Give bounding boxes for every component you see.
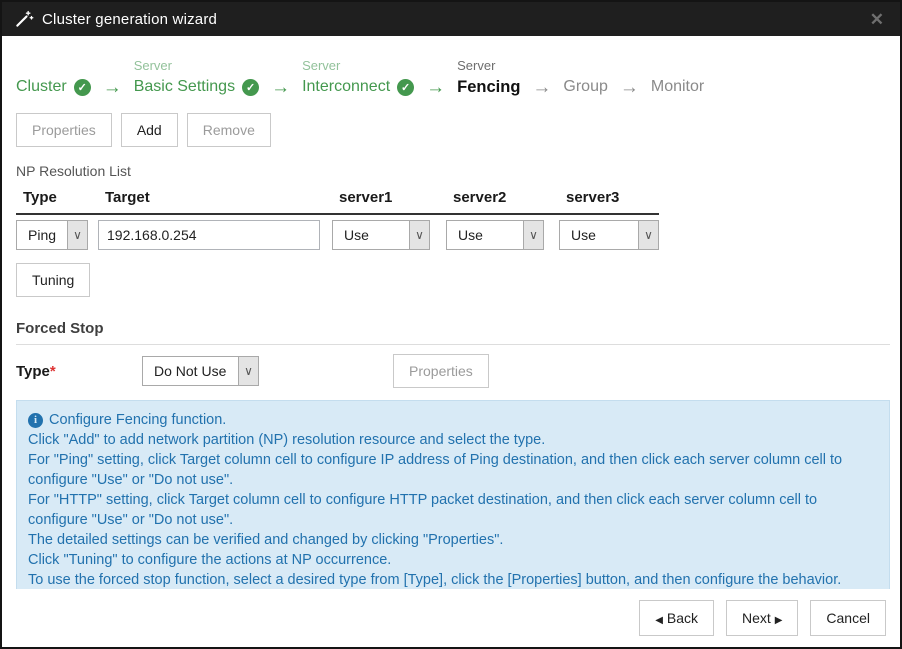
server3-select-value: Use <box>560 221 638 249</box>
next-arrow-icon: ▶ <box>775 615 783 626</box>
window-title: Cluster generation wizard <box>42 11 217 28</box>
step-top-label <box>651 56 704 75</box>
np-table-row: Ping ∨ Use ∨ Use ∨ Us <box>16 220 886 250</box>
wizard-steps: Cluster ✓ → Server Basic Settings ✓ → Serv… <box>16 56 886 99</box>
type-select[interactable]: Ping ∨ <box>16 220 88 250</box>
arrow-right-icon: → <box>620 75 639 99</box>
arrow-right-icon: → <box>103 75 122 99</box>
step-label: Monitor <box>651 78 704 96</box>
server3-select[interactable]: Use ∨ <box>559 220 659 250</box>
info-line: For "Ping" setting, click Target column … <box>28 450 878 490</box>
step-cluster[interactable]: Cluster ✓ <box>16 56 91 99</box>
step-label: Basic Settings <box>134 78 235 96</box>
check-icon: ✓ <box>242 79 259 96</box>
cancel-button[interactable]: Cancel <box>810 600 886 636</box>
arrow-right-icon: → <box>271 75 290 99</box>
titlebar: Cluster generation wizard ✕ <box>2 2 900 36</box>
step-label: Group <box>563 78 607 96</box>
np-toolbar: Properties Add Remove <box>16 113 886 147</box>
check-icon: ✓ <box>397 79 414 96</box>
chevron-down-icon: ∨ <box>238 357 258 385</box>
step-group: Group <box>563 56 607 99</box>
add-button[interactable]: Add <box>121 113 178 147</box>
info-line: The detailed settings can be verified an… <box>28 530 878 550</box>
chevron-down-icon: ∨ <box>67 221 87 249</box>
info-icon: i <box>28 413 43 428</box>
forced-stop-properties-button[interactable]: Properties <box>393 354 489 388</box>
server1-select[interactable]: Use ∨ <box>332 220 430 250</box>
forced-stop-type-select[interactable]: Do Not Use ∨ <box>142 356 259 386</box>
cluster-generation-wizard-dialog: Cluster generation wizard ✕ Cluster ✓ → S… <box>0 0 902 649</box>
wand-icon <box>14 9 34 29</box>
type-label: Type* <box>16 363 142 380</box>
back-button[interactable]: ◀ Back <box>639 600 714 636</box>
column-header-type: Type <box>16 189 88 206</box>
column-header-server1: server1 <box>332 189 430 206</box>
np-table-header: Type Target server1 server2 server3 <box>16 189 659 215</box>
type-select-value: Ping <box>17 221 67 249</box>
step-fencing: Server Fencing <box>457 56 520 99</box>
required-asterisk: * <box>50 363 56 380</box>
next-button[interactable]: Next ▶ <box>726 600 798 636</box>
step-label: Interconnect <box>302 78 390 96</box>
footer: ◀ Back Next ▶ Cancel <box>2 589 900 647</box>
info-box: i Configure Fencing function. Click "Add… <box>16 400 890 601</box>
arrow-right-icon: → <box>426 75 445 99</box>
step-basic-settings[interactable]: Server Basic Settings ✓ <box>134 56 259 99</box>
info-line: To use the forced stop function, select … <box>28 570 878 590</box>
forced-stop-type-row: Type* Do Not Use ∨ Properties <box>16 354 886 388</box>
arrow-right-icon: → <box>532 75 551 99</box>
tuning-button[interactable]: Tuning <box>16 263 90 297</box>
chevron-down-icon: ∨ <box>523 221 543 249</box>
step-monitor: Monitor <box>651 56 704 99</box>
step-top-label: Server <box>457 56 520 75</box>
chevron-down-icon: ∨ <box>409 221 429 249</box>
server1-select-value: Use <box>333 221 409 249</box>
step-label: Fencing <box>457 78 520 97</box>
step-label: Cluster <box>16 78 67 96</box>
close-icon[interactable]: ✕ <box>866 11 888 28</box>
column-header-server2: server2 <box>446 189 544 206</box>
step-top-label: Server <box>134 56 259 75</box>
forced-stop-type-value: Do Not Use <box>143 357 238 385</box>
column-header-server3: server3 <box>559 189 659 206</box>
properties-button[interactable]: Properties <box>16 113 112 147</box>
target-input[interactable] <box>98 220 320 250</box>
np-resolution-list-title: NP Resolution List <box>16 163 886 179</box>
chevron-down-icon: ∨ <box>638 221 658 249</box>
info-line: Click "Add" to add network partition (NP… <box>28 430 878 450</box>
back-arrow-icon: ◀ <box>655 615 663 626</box>
server2-select[interactable]: Use ∨ <box>446 220 544 250</box>
column-header-target: Target <box>98 189 320 206</box>
step-top-label <box>563 56 607 75</box>
server2-select-value: Use <box>447 221 523 249</box>
forced-stop-heading: Forced Stop <box>16 320 890 345</box>
check-icon: ✓ <box>74 79 91 96</box>
remove-button[interactable]: Remove <box>187 113 271 147</box>
info-line: Click "Tuning" to configure the actions … <box>28 550 878 570</box>
info-line: Configure Fencing function. <box>49 410 226 430</box>
step-interconnect[interactable]: Server Interconnect ✓ <box>302 56 414 99</box>
step-top-label <box>16 56 91 75</box>
info-line: For "HTTP" setting, click Target column … <box>28 490 878 530</box>
step-top-label: Server <box>302 56 414 75</box>
